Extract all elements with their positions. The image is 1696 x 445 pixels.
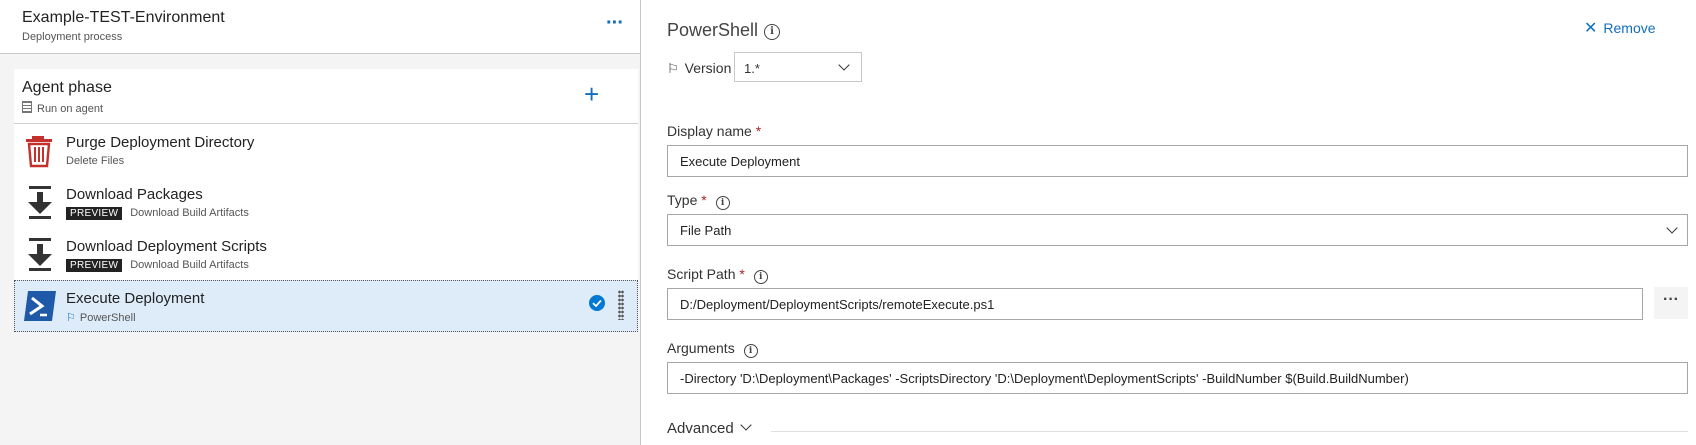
task-name: Download Packages [66,186,203,203]
task-subtitle: PREVIEW Download Build Artifacts [66,259,249,272]
display-name-input[interactable]: Execute Deployment [667,145,1688,177]
task-item-execute-deployment[interactable]: Execute Deployment ⚐ PowerShell [14,280,638,332]
task-type-title: PowerShell [667,20,759,40]
chevron-down-icon [838,59,850,71]
script-path-value: D:/Deployment/DeploymentScripts/remoteEx… [680,297,995,312]
version-value: 1.* [744,61,760,76]
info-icon[interactable]: i [743,344,758,358]
flag-icon: ⚐ [66,312,76,324]
more-options-icon[interactable]: ··· [606,12,624,35]
drag-handle-icon[interactable] [618,290,624,320]
flag-icon: ⚐ [667,61,679,76]
deployment-process-pane: Example-TEST-Environment Deployment proc… [0,0,641,445]
browse-button[interactable]: ··· [1654,287,1688,319]
phase-title: Agent phase [22,79,112,96]
preview-badge: PREVIEW [66,207,123,220]
task-name: Execute Deployment [66,290,205,307]
environment-header: Example-TEST-Environment Deployment proc… [0,0,640,54]
task-subtitle: Delete Files [66,155,125,167]
type-select[interactable]: File Path [667,214,1688,246]
display-name-label-text: Display name [667,123,752,139]
trash-icon [26,136,52,168]
environment-title[interactable]: Example-TEST-Environment [22,9,225,27]
arguments-label: Arguments i [667,340,758,358]
script-path-label: Script Path * i [667,266,768,284]
display-name-value: Execute Deployment [680,154,800,169]
type-label: Type * i [667,192,730,210]
script-path-input[interactable]: D:/Deployment/DeploymentScripts/remoteEx… [667,288,1643,320]
task-subtitle-text: PowerShell [79,312,136,324]
arguments-input[interactable]: -Directory 'D:\Deployment\Packages' -Scr… [667,362,1688,394]
remove-task-button[interactable]: ✕ Remove [1584,18,1656,38]
agent-phase[interactable]: Agent phase Run on agent + [14,69,638,124]
task-details-pane: PowerShell i ✕ Remove ⚐ Version 1.* Displa… [641,0,1696,445]
task-subtitle: PREVIEW Download Build Artifacts [66,207,249,220]
task-subtitle-text: Download Build Artifacts [130,207,249,219]
arguments-label-text: Arguments [667,340,735,356]
divider [771,431,1688,432]
required-marker: * [755,123,762,139]
display-name-label: Display name * [667,123,761,139]
type-value: File Path [680,223,732,238]
add-task-button[interactable]: + [584,79,599,110]
script-path-label-text: Script Path [667,266,736,282]
advanced-label: Advanced [667,420,734,437]
environment-subtitle: Deployment process [22,31,123,43]
required-marker: * [701,192,707,208]
task-subtitle: ⚐ PowerShell [66,311,136,324]
selected-check-icon [589,295,605,311]
close-icon: ✕ [1584,20,1598,37]
version-select[interactable]: 1.* [734,52,862,82]
task-item-download-packages[interactable]: Download Packages PREVIEW Download Build … [14,176,638,228]
version-label: ⚐ Version [667,60,731,77]
advanced-section-toggle[interactable]: Advanced [667,419,752,437]
task-name: Download Deployment Scripts [66,238,267,255]
powershell-icon [24,291,56,321]
task-item-download-scripts[interactable]: Download Deployment Scripts PREVIEW Downl… [14,228,638,280]
remove-label: Remove [1603,20,1656,36]
server-icon [22,101,32,113]
phase-subtitle-text: Run on agent [37,103,104,115]
download-icon [28,238,52,271]
info-icon[interactable]: i [715,196,730,210]
required-marker: * [739,266,745,282]
version-label-text: Version [684,60,732,76]
type-label-text: Type [667,192,698,208]
download-icon [28,186,52,219]
preview-badge: PREVIEW [66,259,123,272]
task-name: Purge Deployment Directory [66,134,255,151]
info-icon[interactable]: i [764,24,780,40]
task-subtitle-text: Download Build Artifacts [130,259,249,271]
chevron-down-icon [740,419,752,431]
chevron-down-icon [1666,222,1678,234]
task-item-purge[interactable]: Purge Deployment Directory Delete Files [14,124,638,176]
phase-subtitle: Run on agent [22,101,103,115]
arguments-value: -Directory 'D:\Deployment\Packages' -Scr… [680,371,1409,386]
info-icon[interactable]: i [753,270,768,284]
